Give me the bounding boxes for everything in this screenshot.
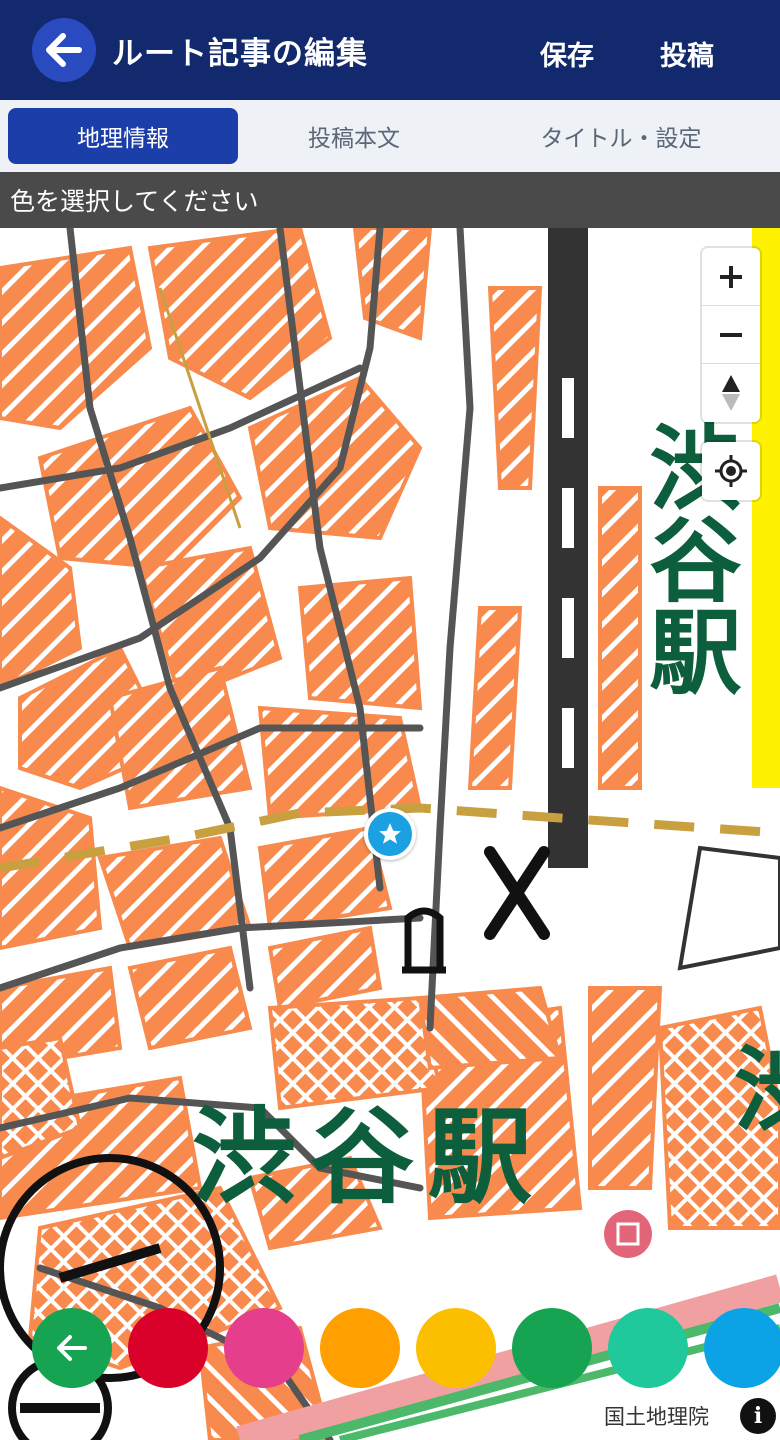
zoom-out-button[interactable] xyxy=(702,306,760,364)
minus-icon xyxy=(720,332,742,337)
plus-icon xyxy=(720,265,742,288)
color-swatch-teal[interactable] xyxy=(608,1308,688,1388)
tab-geo-info[interactable]: 地理情報 xyxy=(8,108,238,164)
zoom-control xyxy=(702,248,760,422)
station-label-edge: 渋 xyxy=(734,1030,780,1152)
map-attribution: 国土地理院 i xyxy=(590,1392,780,1440)
color-swatch-orange[interactable] xyxy=(320,1308,400,1388)
tab-bar: 地理情報 投稿本文 タイトル・設定 xyxy=(0,100,780,172)
route-marker[interactable] xyxy=(364,808,416,860)
color-swatch-pink[interactable] xyxy=(224,1308,304,1388)
station-label-horizontal: 渋谷駅 xyxy=(192,1096,547,1218)
app-header: ルート記事の編集 保存 投稿 xyxy=(0,0,780,100)
compass-button[interactable] xyxy=(702,364,760,422)
arrow-left-icon xyxy=(46,33,82,67)
palette-back-button[interactable] xyxy=(32,1308,112,1388)
save-button[interactable]: 保存 xyxy=(540,34,594,73)
post-button[interactable]: 投稿 xyxy=(660,34,714,73)
star-icon xyxy=(379,823,401,844)
compass-icon xyxy=(722,375,740,411)
back-button[interactable] xyxy=(32,18,96,82)
color-swatch-green[interactable] xyxy=(512,1308,592,1388)
info-icon[interactable]: i xyxy=(740,1398,776,1434)
color-swatch-yellow[interactable] xyxy=(416,1308,496,1388)
tab-title-settings[interactable]: タイトル・設定 xyxy=(470,108,772,164)
page-title: ルート記事の編集 xyxy=(112,36,368,72)
zoom-in-button[interactable] xyxy=(702,248,760,306)
crosshair-icon xyxy=(715,455,747,487)
attribution-text: 国土地理院 xyxy=(604,1405,709,1429)
locate-button[interactable] xyxy=(702,442,760,500)
tab-post-body[interactable]: 投稿本文 xyxy=(238,108,470,164)
color-swatch-blue[interactable] xyxy=(704,1308,780,1388)
arrow-left-icon xyxy=(57,1335,87,1361)
instruction-banner: 色を選択してください xyxy=(0,172,780,228)
color-swatch-red[interactable] xyxy=(128,1308,208,1388)
